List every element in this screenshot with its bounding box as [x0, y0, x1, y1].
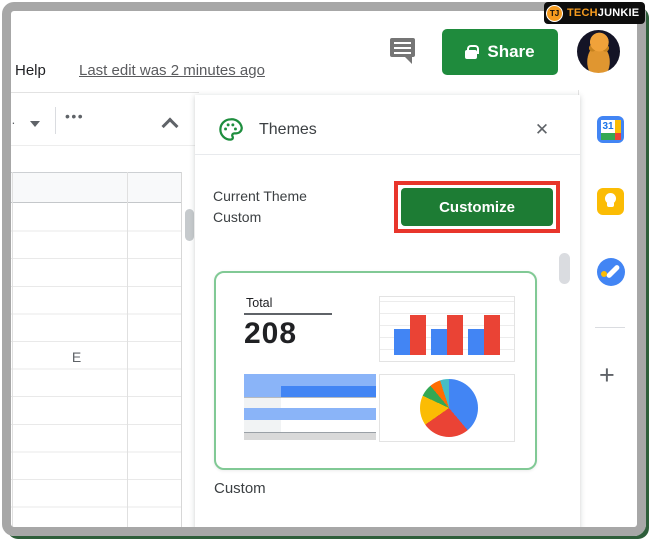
avatar[interactable]	[577, 30, 620, 73]
share-button[interactable]: Share	[442, 29, 558, 75]
tasks-icon[interactable]	[597, 258, 625, 286]
app-window: Help Last edit was 2 minutes ago Share .…	[0, 0, 655, 545]
close-icon[interactable]: ✕	[531, 119, 553, 141]
share-label: Share	[487, 42, 534, 62]
mini-pie-chart	[379, 374, 515, 442]
current-theme-label: Current Theme	[213, 188, 307, 204]
addons-sidebar: 31 +	[578, 90, 642, 536]
brand-tech-text: TECH	[567, 7, 598, 19]
theme-preview-card[interactable]: Total 208	[214, 271, 537, 470]
brand-junkie-text: JUNKIE	[598, 7, 640, 19]
mini-pie	[420, 379, 478, 437]
grid-vline	[127, 172, 128, 529]
theme-name-label: Custom	[214, 480, 266, 497]
menu-help[interactable]: Help	[15, 62, 46, 79]
grid-vline	[12, 172, 13, 529]
dropdown-caret-icon[interactable]	[30, 121, 40, 127]
toolbar-partial-control[interactable]: ..	[8, 112, 15, 127]
scorecard-label: Total	[246, 296, 272, 310]
panel-divider	[195, 154, 580, 155]
scorecard-value: 208	[244, 317, 297, 351]
last-edit-link[interactable]: Last edit was 2 minutes ago	[79, 62, 265, 79]
mini-bar-chart	[379, 296, 515, 362]
sheet-scrollbar-thumb[interactable]	[185, 209, 194, 241]
current-theme-value: Custom	[213, 209, 261, 225]
topbar-divider	[9, 92, 199, 93]
column-header-row[interactable]: E	[9, 172, 182, 203]
panel-title: Themes	[259, 121, 317, 139]
panel-scrollbar-thumb[interactable]	[559, 253, 570, 284]
palette-icon	[217, 116, 244, 143]
comment-button[interactable]	[390, 38, 416, 64]
calendar-icon[interactable]: 31	[597, 116, 624, 143]
mini-bar-chart-bars	[394, 307, 500, 355]
formula-bar-divider	[9, 145, 199, 146]
techjunkie-badge-icon: TJ	[546, 5, 563, 22]
lock-icon	[465, 50, 477, 59]
calendar-day: 31	[601, 120, 615, 133]
collapse-toolbar-icon[interactable]	[159, 114, 181, 134]
scorecard-rule	[244, 313, 332, 315]
more-options-icon[interactable]: •••	[65, 108, 84, 124]
mini-table	[244, 374, 376, 441]
sidebar-divider	[595, 327, 625, 328]
spreadsheet-grid[interactable]	[9, 204, 182, 529]
toolbar-divider	[55, 107, 56, 134]
highlight-ring: Customize	[394, 181, 560, 233]
grid-vline	[181, 172, 182, 529]
customize-button[interactable]: Customize	[401, 188, 553, 226]
add-addon-button[interactable]: +	[599, 362, 615, 388]
techjunkie-logo: TJ TECHJUNKIE	[544, 2, 645, 24]
window-content: Help Last edit was 2 minutes ago Share .…	[2, 2, 646, 536]
themes-panel: Themes ✕ Current Theme Custom Customize …	[195, 95, 580, 536]
comment-icon	[390, 38, 415, 57]
keep-icon[interactable]	[597, 188, 624, 215]
